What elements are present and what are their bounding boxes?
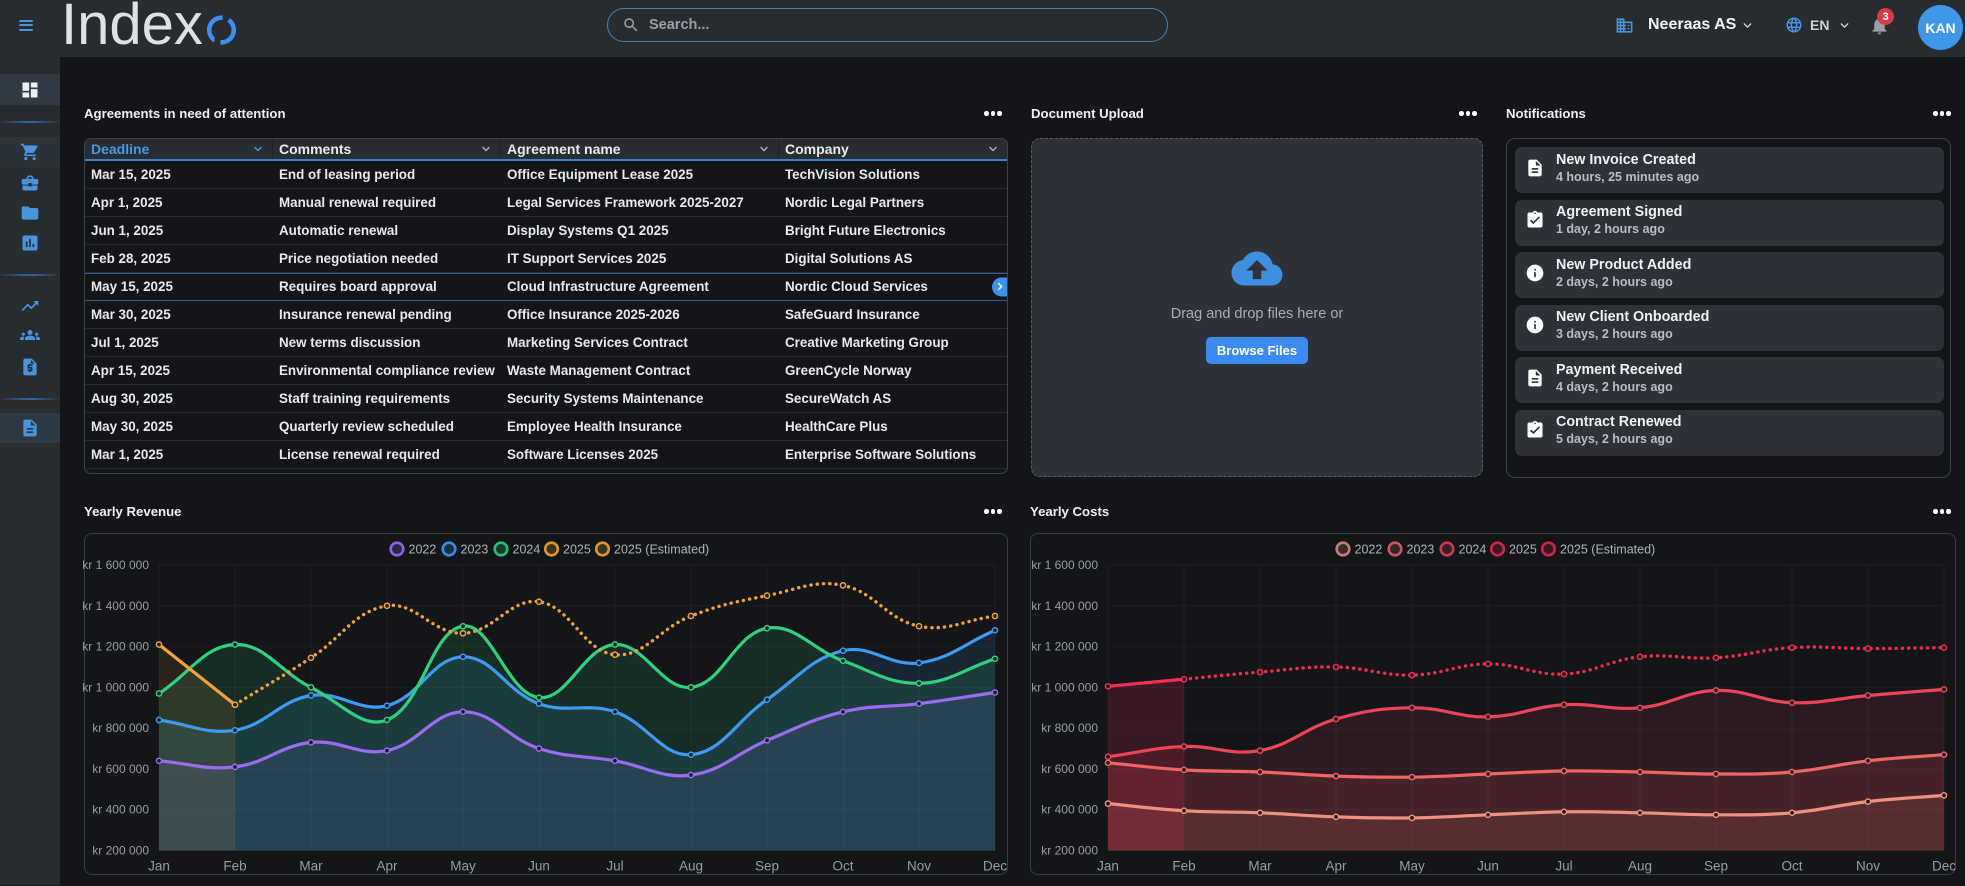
svg-text:kr 1 200 000: kr 1 200 000 — [82, 640, 149, 654]
svg-text:Oct: Oct — [832, 859, 853, 874]
svg-text:Mar: Mar — [299, 859, 323, 874]
svg-text:Mar: Mar — [1248, 859, 1272, 874]
svg-text:2023: 2023 — [461, 542, 489, 556]
svg-text:Aug: Aug — [679, 859, 703, 874]
svg-text:kr 1 200 000: kr 1 200 000 — [1031, 640, 1098, 654]
svg-text:Nov: Nov — [1856, 859, 1880, 874]
svg-text:kr 200 000: kr 200 000 — [1041, 844, 1098, 858]
svg-text:kr 1 600 000: kr 1 600 000 — [82, 558, 149, 572]
svg-text:Sep: Sep — [755, 859, 779, 874]
svg-text:2023: 2023 — [1407, 542, 1435, 556]
svg-text:2022: 2022 — [1355, 542, 1383, 556]
svg-text:Jan: Jan — [148, 859, 170, 874]
svg-text:Feb: Feb — [1172, 859, 1195, 874]
svg-text:Aug: Aug — [1628, 859, 1652, 874]
svg-text:kr 400 000: kr 400 000 — [1041, 803, 1098, 817]
svg-text:2025: 2025 — [563, 542, 591, 556]
svg-text:kr 800 000: kr 800 000 — [92, 721, 149, 735]
svg-text:May: May — [1399, 859, 1425, 874]
svg-text:kr 800 000: kr 800 000 — [1041, 721, 1098, 735]
svg-text:kr 600 000: kr 600 000 — [92, 762, 149, 776]
svg-text:Oct: Oct — [1781, 859, 1802, 874]
svg-text:kr 1 400 000: kr 1 400 000 — [82, 599, 149, 613]
svg-text:Dec: Dec — [1932, 859, 1956, 874]
svg-text:Jan: Jan — [1097, 859, 1119, 874]
svg-text:kr 600 000: kr 600 000 — [1041, 762, 1098, 776]
svg-text:kr 400 000: kr 400 000 — [92, 803, 149, 817]
svg-text:Jul: Jul — [606, 859, 623, 874]
svg-text:kr 1 000 000: kr 1 000 000 — [82, 680, 149, 694]
svg-text:Sep: Sep — [1704, 859, 1728, 874]
svg-text:Jul: Jul — [1555, 859, 1572, 874]
svg-text:2025: 2025 — [1509, 542, 1537, 556]
svg-text:kr 200 000: kr 200 000 — [92, 844, 149, 858]
svg-text:2025 (Estimated): 2025 (Estimated) — [614, 542, 709, 556]
svg-text:Apr: Apr — [376, 859, 398, 874]
svg-text:May: May — [450, 859, 476, 874]
svg-text:Nov: Nov — [907, 859, 931, 874]
svg-text:2024: 2024 — [1459, 542, 1487, 556]
svg-text:2024: 2024 — [513, 542, 541, 556]
svg-text:Dec: Dec — [983, 859, 1007, 874]
svg-text:kr 1 600 000: kr 1 600 000 — [1031, 558, 1098, 572]
svg-text:Jun: Jun — [1477, 859, 1499, 874]
svg-text:Feb: Feb — [223, 859, 246, 874]
svg-text:Apr: Apr — [1325, 859, 1347, 874]
svg-text:2025 (Estimated): 2025 (Estimated) — [1560, 542, 1655, 556]
svg-text:kr 1 400 000: kr 1 400 000 — [1031, 599, 1098, 613]
svg-text:kr 1 000 000: kr 1 000 000 — [1031, 680, 1098, 694]
svg-text:2022: 2022 — [409, 542, 437, 556]
svg-text:Jun: Jun — [528, 859, 550, 874]
